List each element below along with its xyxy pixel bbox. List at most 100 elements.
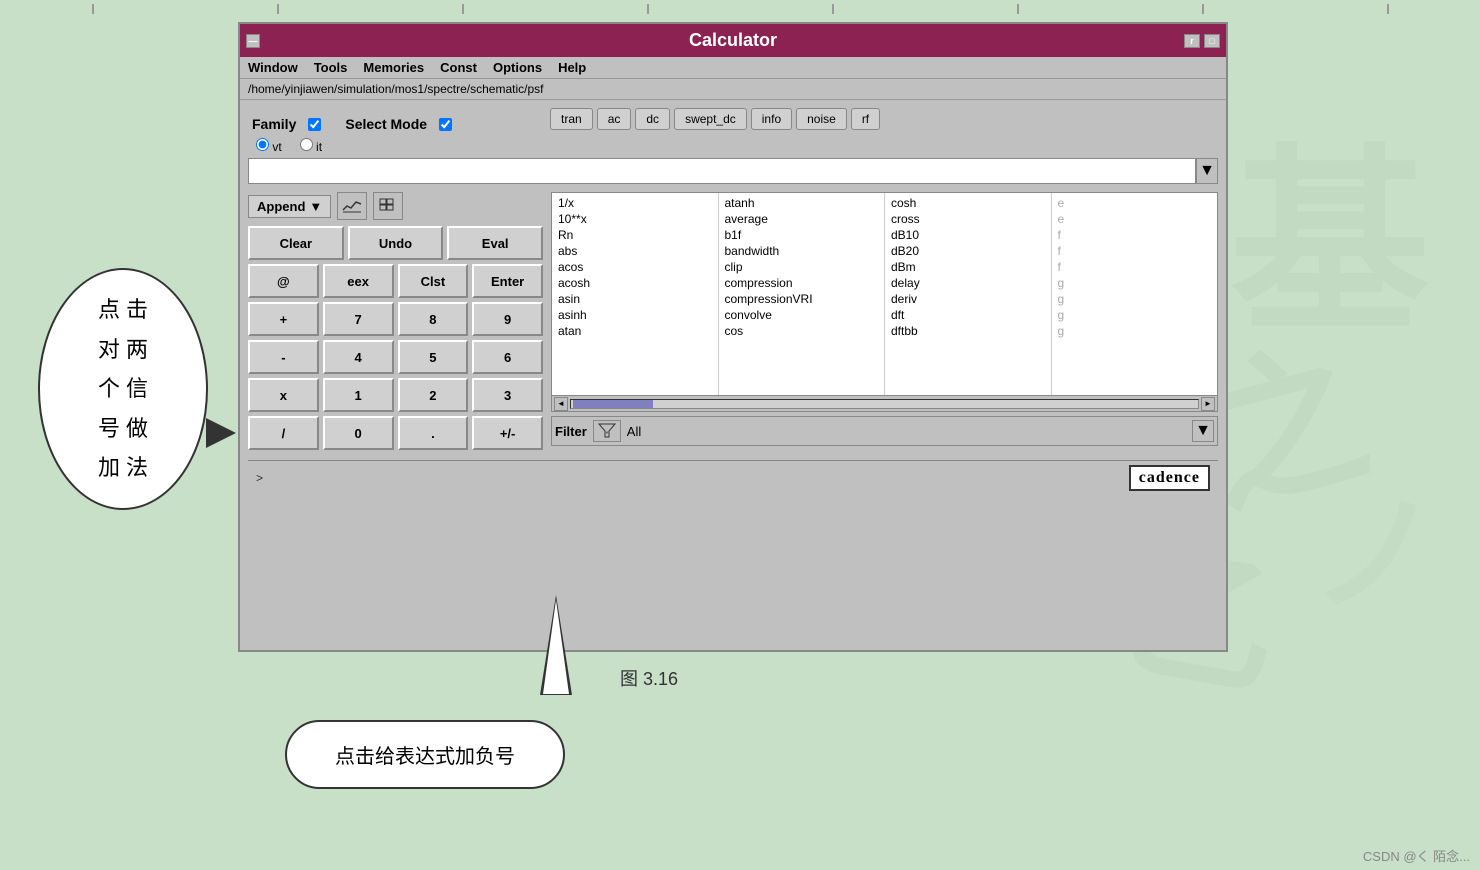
expression-dropdown-button[interactable]: ▼ (1196, 158, 1218, 184)
func-item[interactable]: dBm (889, 259, 1047, 275)
func-item[interactable]: atan (556, 323, 714, 339)
scroll-left-button[interactable]: ◄ (554, 397, 568, 411)
func-item[interactable]: f (1056, 243, 1214, 259)
func-item[interactable]: convolve (723, 307, 881, 323)
n1-button[interactable]: 1 (323, 378, 394, 412)
div-button[interactable]: / (248, 416, 319, 450)
func-item[interactable]: asin (556, 291, 714, 307)
func-item[interactable]: asinh (556, 307, 714, 323)
filter-label: Filter (555, 424, 587, 439)
clst-button[interactable]: Clst (398, 264, 469, 298)
calc-pad: Append ▼ (248, 192, 543, 454)
func-item[interactable]: 10**x (556, 211, 714, 227)
append-dropdown[interactable]: Append ▼ (248, 195, 331, 218)
func-item[interactable]: atanh (723, 195, 881, 211)
minimize-button[interactable]: — (246, 34, 260, 48)
tab-ac[interactable]: ac (597, 108, 632, 130)
func-item[interactable]: cosh (889, 195, 1047, 211)
radio-it[interactable] (300, 138, 313, 151)
eval-button[interactable]: Eval (447, 226, 543, 260)
n6-button[interactable]: 6 (472, 340, 543, 374)
function-list-hscrollbar[interactable]: ◄ ► (552, 395, 1217, 411)
maximize-button[interactable]: □ (1204, 34, 1220, 48)
func-item[interactable]: cross (889, 211, 1047, 227)
func-item[interactable]: g (1056, 323, 1214, 339)
func-item[interactable]: dft (889, 307, 1047, 323)
tab-tran[interactable]: tran (550, 108, 593, 130)
func-item[interactable]: clip (723, 259, 881, 275)
func-item[interactable]: abs (556, 243, 714, 259)
func-item[interactable]: f (1056, 259, 1214, 275)
func-item[interactable]: dB20 (889, 243, 1047, 259)
plusminus-button[interactable]: +/- (472, 416, 543, 450)
tab-noise[interactable]: noise (796, 108, 847, 130)
n0-button[interactable]: 0 (323, 416, 394, 450)
family-checkbox[interactable] (308, 118, 321, 131)
mult-button[interactable]: x (248, 378, 319, 412)
func-item[interactable]: acosh (556, 275, 714, 291)
menu-const[interactable]: Const (440, 60, 477, 75)
scroll-track[interactable] (570, 399, 1199, 409)
func-item[interactable]: 1/x (556, 195, 714, 211)
tab-rf[interactable]: rf (851, 108, 880, 130)
func-item[interactable]: acos (556, 259, 714, 275)
tab-swept-dc[interactable]: swept_dc (674, 108, 747, 130)
func-item[interactable]: dftbb (889, 323, 1047, 339)
scroll-right-button[interactable]: ► (1201, 397, 1215, 411)
func-item[interactable]: compression (723, 275, 881, 291)
menu-help[interactable]: Help (558, 60, 586, 75)
tab-info[interactable]: info (751, 108, 792, 130)
func-item[interactable]: average (723, 211, 881, 227)
n7-button[interactable]: 7 (323, 302, 394, 336)
func-item[interactable]: compressionVRI (723, 291, 881, 307)
expression-input[interactable] (248, 158, 1196, 184)
n2-button[interactable]: 2 (398, 378, 469, 412)
ruler-tick (1202, 4, 1204, 14)
filter-icon-button[interactable]: * (593, 420, 621, 442)
scroll-thumb[interactable] (573, 400, 653, 408)
menu-options[interactable]: Options (493, 60, 542, 75)
undo-button[interactable]: Undo (348, 226, 444, 260)
func-item[interactable]: bandwidth (723, 243, 881, 259)
clear-button[interactable]: Clear (248, 226, 344, 260)
select-mode-checkbox[interactable] (439, 118, 452, 131)
func-item[interactable]: e (1056, 195, 1214, 211)
dot-button[interactable]: . (398, 416, 469, 450)
n3-button[interactable]: 3 (472, 378, 543, 412)
n4-button[interactable]: 4 (323, 340, 394, 374)
func-item[interactable]: dB10 (889, 227, 1047, 243)
menu-window[interactable]: Window (248, 60, 298, 75)
n9-button[interactable]: 9 (472, 302, 543, 336)
func-item[interactable]: g (1056, 291, 1214, 307)
func-item[interactable]: b1f (723, 227, 881, 243)
func-item[interactable]: cos (723, 323, 881, 339)
tab-dc[interactable]: dc (635, 108, 670, 130)
func-item[interactable]: deriv (889, 291, 1047, 307)
func-item[interactable]: f (1056, 227, 1214, 243)
at-button[interactable]: @ (248, 264, 319, 298)
main-content: Append ▼ (248, 192, 1218, 454)
radio-vt[interactable] (256, 138, 269, 151)
prompt-text: > (256, 471, 263, 485)
func-item[interactable]: e (1056, 211, 1214, 227)
func-item[interactable]: delay (889, 275, 1047, 291)
filter-dropdown-button[interactable]: ▼ (1192, 420, 1214, 442)
eex-button[interactable]: eex (323, 264, 394, 298)
radio-it-label[interactable]: it (300, 138, 322, 154)
grid-icon-button[interactable] (373, 192, 403, 220)
chart-icon-button[interactable] (337, 192, 367, 220)
func-item[interactable]: g (1056, 307, 1214, 323)
func-item[interactable]: g (1056, 275, 1214, 291)
plus-button[interactable]: + (248, 302, 319, 336)
append-arrow: ▼ (309, 199, 322, 214)
menu-tools[interactable]: Tools (314, 60, 348, 75)
enter-button[interactable]: Enter (472, 264, 543, 298)
n5-button[interactable]: 5 (398, 340, 469, 374)
radio-vt-label[interactable]: vt (256, 138, 282, 154)
menubar: Window Tools Memories Const Options Help (240, 57, 1226, 79)
menu-memories[interactable]: Memories (363, 60, 424, 75)
restore-button[interactable]: r (1184, 34, 1200, 48)
func-item[interactable]: Rn (556, 227, 714, 243)
minus-button[interactable]: - (248, 340, 319, 374)
n8-button[interactable]: 8 (398, 302, 469, 336)
